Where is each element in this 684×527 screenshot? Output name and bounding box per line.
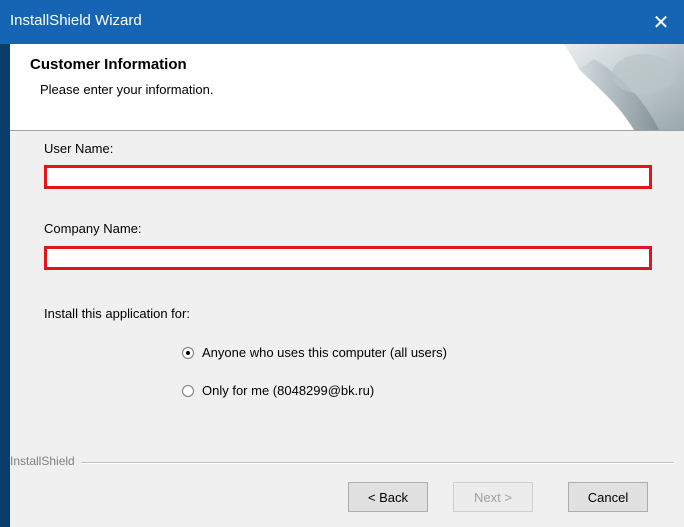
- user-name-field[interactable]: [44, 165, 652, 189]
- close-icon: ✕: [652, 11, 670, 34]
- user-name-label: User Name:: [44, 141, 114, 156]
- option-only-me-label: Only for me (8048299@bk.ru): [202, 383, 375, 398]
- back-button[interactable]: < Back: [348, 482, 428, 512]
- option-all-users[interactable]: Anyone who uses this computer (all users…: [182, 345, 447, 360]
- company-name-field[interactable]: [44, 246, 652, 270]
- title-bar: InstallShield Wizard ✕: [0, 0, 684, 44]
- page-curl-graphic: [564, 44, 684, 130]
- option-only-me[interactable]: Only for me (8048299@bk.ru): [182, 383, 374, 398]
- footer-divider: [10, 462, 674, 464]
- radio-all-users[interactable]: [182, 346, 194, 359]
- header-subtitle: Please enter your information.: [40, 82, 214, 97]
- wizard-header: Customer Information Please enter your i…: [10, 44, 684, 131]
- install-for-label: Install this application for:: [44, 306, 190, 321]
- header-title: Customer Information: [30, 56, 187, 73]
- window-left-edge: [0, 44, 10, 527]
- cancel-button[interactable]: Cancel: [568, 482, 648, 512]
- wizard-body: User Name: Company Name: Install this ap…: [10, 131, 684, 527]
- next-button[interactable]: Next >: [453, 482, 533, 512]
- company-name-label: Company Name:: [44, 221, 142, 236]
- close-button[interactable]: ✕: [638, 0, 684, 44]
- window-title: InstallShield Wizard: [10, 12, 142, 29]
- option-all-users-label: Anyone who uses this computer (all users…: [202, 345, 447, 360]
- installshield-wizard-window: InstallShield Wizard ✕ Customer Informat…: [0, 0, 684, 527]
- radio-only-me[interactable]: [182, 384, 194, 397]
- installshield-brand: InstallShield: [10, 454, 81, 468]
